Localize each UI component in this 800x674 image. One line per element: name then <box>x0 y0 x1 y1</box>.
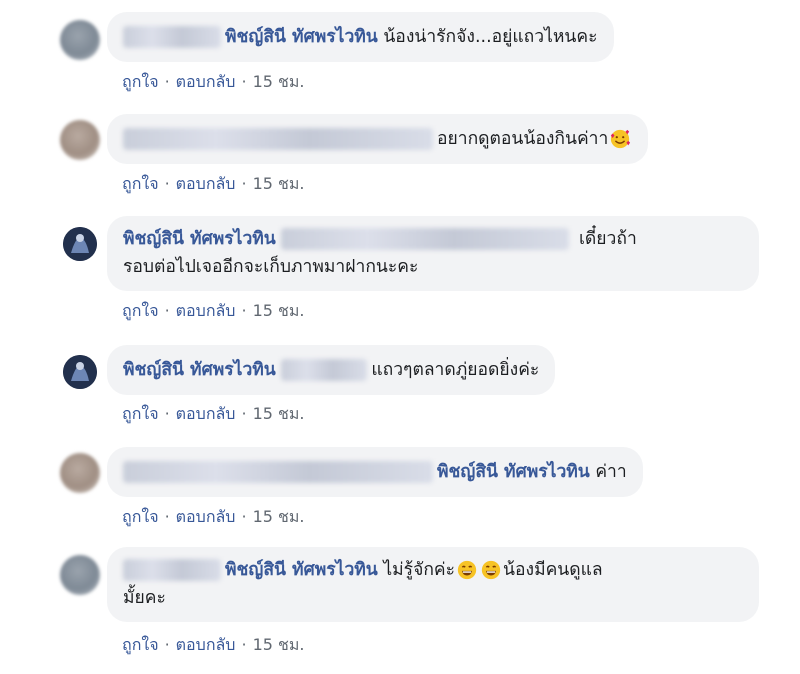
separator: · <box>164 301 170 320</box>
blurred-author-name[interactable] <box>123 461 433 483</box>
avatar[interactable] <box>60 120 100 160</box>
page-avatar[interactable] <box>63 227 97 261</box>
comment-bubble: อยากดูตอนน้องกินค่าา <box>107 114 649 164</box>
comment-actions: ถูกใจ · ตอบกลับ · 15 ชม. <box>122 299 305 324</box>
tagged-name[interactable]: พิชญ์สินี ทัศพรไวทิน <box>225 560 378 580</box>
grinning-face-icon <box>457 560 477 580</box>
reply-link[interactable]: ตอบกลับ <box>176 404 236 423</box>
reply-link[interactable]: ตอบกลับ <box>176 72 236 91</box>
timestamp[interactable]: 15 ชม. <box>253 72 305 91</box>
blurred-tagged-name[interactable] <box>281 228 570 250</box>
comment-actions: ถูกใจ · ตอบกลับ · 15 ชม. <box>122 172 305 197</box>
comment-bubble: พิชญ์สินี ทัศพรไวทิน น้องน่ารักจัง...อยู… <box>107 12 614 62</box>
avatar[interactable] <box>60 20 100 60</box>
avatar[interactable] <box>60 453 100 493</box>
timestamp[interactable]: 15 ชม. <box>253 404 305 423</box>
comment-actions: ถูกใจ · ตอบกลับ · 15 ชม. <box>122 70 305 95</box>
separator: · <box>241 635 247 654</box>
comment-text-b: น้องมีคนดูแล <box>503 560 603 580</box>
like-link[interactable]: ถูกใจ <box>122 174 159 193</box>
reply-link[interactable]: ตอบกลับ <box>176 635 236 654</box>
reply-link[interactable]: ตอบกลับ <box>176 174 236 193</box>
author-name[interactable]: พิชญ์สินี ทัศพรไวทิน <box>123 229 276 249</box>
separator: · <box>164 174 170 193</box>
comment-text-line1: เดี๋ยวถ้า <box>578 229 637 249</box>
like-link[interactable]: ถูกใจ <box>122 301 159 320</box>
blurred-author-name[interactable] <box>123 559 221 581</box>
comment-text: อยากดูตอนน้องกินค่าา <box>437 129 609 149</box>
separator: · <box>241 174 247 193</box>
separator: · <box>164 635 170 654</box>
tagged-name[interactable]: พิชญ์สินี ทัศพรไวทิน <box>437 462 590 482</box>
like-link[interactable]: ถูกใจ <box>122 635 159 654</box>
avatar[interactable] <box>60 555 100 595</box>
smiling-face-with-hearts-icon <box>611 129 631 149</box>
comment-text: แถวๆตลาดภู่ยอดยิ่งค่ะ <box>371 360 540 380</box>
comment-actions: ถูกใจ · ตอบกลับ · 15 ชม. <box>122 505 305 530</box>
like-link[interactable]: ถูกใจ <box>122 404 159 423</box>
blurred-tagged-name[interactable] <box>281 359 368 381</box>
tagged-name[interactable]: พิชญ์สินี ทัศพรไวทิน <box>225 27 378 47</box>
comment-text-line2: รอบต่อไปเจออีกจะเก็บภาพมาฝากนะคะ <box>123 257 419 277</box>
reply-link[interactable]: ตอบกลับ <box>176 507 236 526</box>
separator: · <box>241 301 247 320</box>
timestamp[interactable]: 15 ชม. <box>253 635 305 654</box>
separator: · <box>164 404 170 423</box>
timestamp[interactable]: 15 ชม. <box>253 174 305 193</box>
comment-text: ค่าา <box>589 462 627 482</box>
reply-link[interactable]: ตอบกลับ <box>176 301 236 320</box>
like-link[interactable]: ถูกใจ <box>122 72 159 91</box>
comment-feed: พิชญ์สินี ทัศพรไวทิน น้องน่ารักจัง...อยู… <box>0 0 800 674</box>
separator: · <box>241 507 247 526</box>
author-name[interactable]: พิชญ์สินี ทัศพรไวทิน <box>123 360 276 380</box>
separator: · <box>164 507 170 526</box>
comment-bubble: พิชญ์สินี ทัศพรไวทิน แถวๆตลาดภู่ยอดยิ่งค… <box>107 345 556 395</box>
comment-text-a: ไม่รู้จักค่ะ <box>377 560 456 580</box>
comment-bubble: พิชญ์สินี ทัศพรไวทิน ค่าา <box>107 447 643 497</box>
blurred-author-name[interactable] <box>123 128 433 150</box>
blurred-author-name[interactable] <box>123 26 221 48</box>
timestamp[interactable]: 15 ชม. <box>253 301 305 320</box>
grinning-face-icon <box>481 560 501 580</box>
comment-bubble: พิชญ์สินี ทัศพรไวทิน เดี๋ยวถ้า รอบต่อไปเ… <box>107 216 759 291</box>
comment-text: น้องน่ารักจัง...อยู่แถวไหนคะ <box>377 27 598 47</box>
comment-actions: ถูกใจ · ตอบกลับ · 15 ชม. <box>122 402 305 427</box>
comment-bubble: พิชญ์สินี ทัศพรไวทิน ไม่รู้จักค่ะ น้องมีค… <box>107 547 759 622</box>
like-link[interactable]: ถูกใจ <box>122 507 159 526</box>
separator: · <box>241 72 247 91</box>
comment-actions: ถูกใจ · ตอบกลับ · 15 ชม. <box>122 633 305 658</box>
separator: · <box>164 72 170 91</box>
separator: · <box>241 404 247 423</box>
page-avatar[interactable] <box>63 355 97 389</box>
comment-text-line2: มั้ยคะ <box>123 588 166 608</box>
timestamp[interactable]: 15 ชม. <box>253 507 305 526</box>
